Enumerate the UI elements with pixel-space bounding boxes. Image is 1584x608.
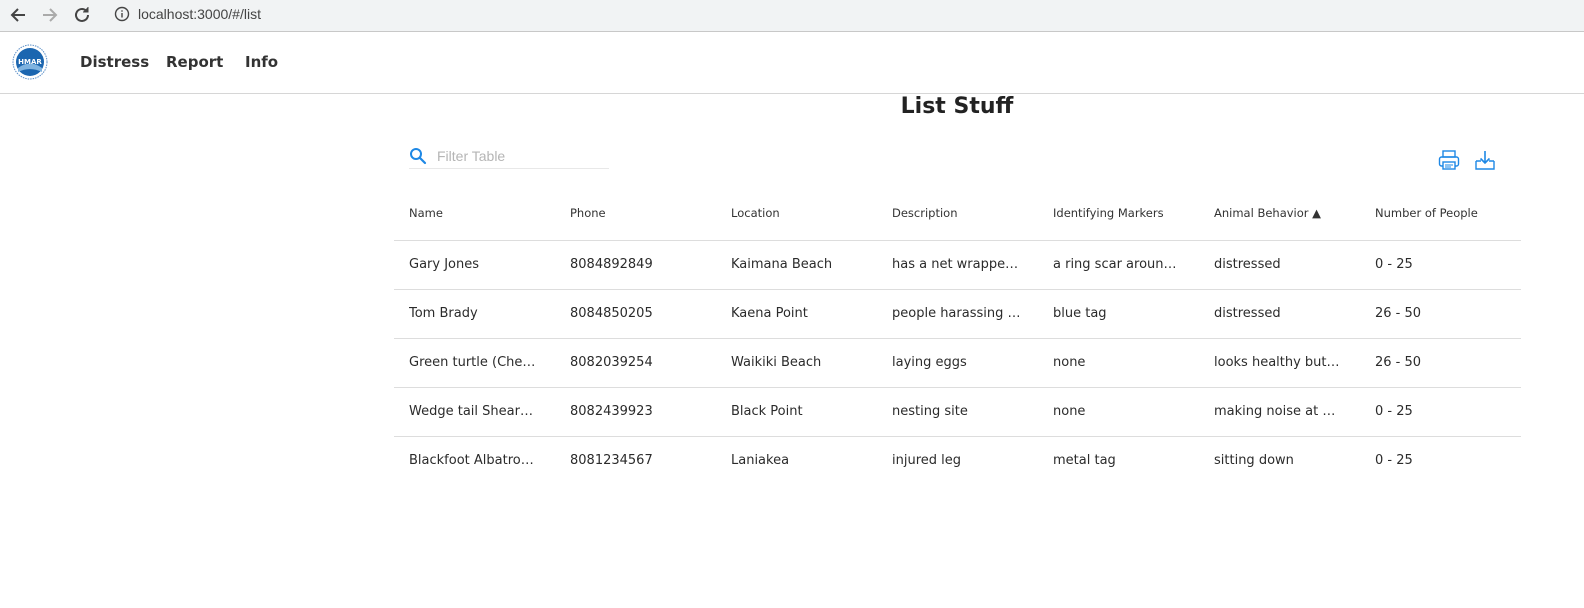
nav-item-info[interactable]: Info <box>245 53 278 71</box>
cell-number-of-people: 0 - 25 <box>1375 257 1413 272</box>
table-row[interactable]: Blackfoot Albatross ... 8081234567 Lania… <box>394 437 1521 485</box>
cell-identifying-markers: a ring scar around ne... <box>1053 257 1183 272</box>
cell-name: Wedge tail Shearwat... <box>409 404 537 419</box>
reload-icon[interactable] <box>71 4 93 26</box>
cell-animal-behavior: distressed <box>1214 257 1281 272</box>
back-arrow-icon[interactable] <box>7 4 29 26</box>
cell-description: has a net wrapped ar... <box>892 257 1022 272</box>
table-row[interactable]: Wedge tail Shearwat... 8082439923 Black … <box>394 388 1521 437</box>
table-header-row: Name Phone Location Description Identify… <box>394 192 1521 241</box>
cell-identifying-markers: none <box>1053 404 1086 419</box>
cell-location: Kaena Point <box>731 306 808 321</box>
cell-location: Laniakea <box>731 453 790 468</box>
cell-description: laying eggs <box>892 355 967 370</box>
printer-icon[interactable] <box>1437 148 1461 172</box>
cell-animal-behavior: distressed <box>1214 306 1281 321</box>
column-header-name[interactable]: Name <box>409 192 537 240</box>
url-text[interactable]: localhost:3000/#/list <box>138 6 261 22</box>
cell-phone: 8081234567 <box>570 453 653 468</box>
cell-name: Green turtle (Chelon... <box>409 355 537 370</box>
cell-location: Kaimana Beach <box>731 257 833 272</box>
cell-description: injured leg <box>892 453 962 468</box>
cell-number-of-people: 26 - 50 <box>1375 355 1422 370</box>
cell-animal-behavior: making noise at night. <box>1214 404 1342 419</box>
cell-identifying-markers: blue tag <box>1053 306 1107 321</box>
cell-phone: 8084892849 <box>570 257 653 272</box>
browser-toolbar: localhost:3000/#/list <box>0 0 1584 32</box>
app-header: HMAR Distress Report Info <box>0 32 1584 94</box>
column-header-phone[interactable]: Phone <box>570 192 700 240</box>
cell-animal-behavior: looks healthy but pe... <box>1214 355 1342 370</box>
download-icon[interactable] <box>1473 148 1497 172</box>
column-header-location[interactable]: Location <box>731 192 861 240</box>
search-icon <box>410 148 427 165</box>
cell-name: Tom Brady <box>409 306 478 321</box>
table-row[interactable]: Tom Brady 8084850205 Kaena Point people … <box>394 290 1521 339</box>
logo-text: HMAR <box>18 58 42 66</box>
info-icon[interactable] <box>114 6 130 22</box>
filter-field <box>409 145 609 169</box>
column-header-identifying-markers[interactable]: Identifying Markers <box>1053 192 1183 240</box>
page-title: List Stuff <box>900 94 1014 119</box>
cell-phone: 8082439923 <box>570 404 653 419</box>
forward-arrow-icon[interactable] <box>39 4 61 26</box>
nav-item-distress[interactable]: Distress <box>80 53 149 71</box>
filter-input[interactable] <box>435 145 609 167</box>
cell-number-of-people: 0 - 25 <box>1375 453 1413 468</box>
cell-number-of-people: 0 - 25 <box>1375 404 1413 419</box>
address-bar[interactable]: localhost:3000/#/list <box>104 1 1584 27</box>
cell-animal-behavior: sitting down <box>1214 453 1294 468</box>
cell-location: Waikiki Beach <box>731 355 822 370</box>
cell-location: Black Point <box>731 404 803 419</box>
column-header-description[interactable]: Description <box>892 192 1022 240</box>
cell-phone: 8084850205 <box>570 306 653 321</box>
cell-description: nesting site <box>892 404 968 419</box>
cell-identifying-markers: metal tag <box>1053 453 1116 468</box>
cell-phone: 8082039254 <box>570 355 653 370</box>
cell-identifying-markers: none <box>1053 355 1086 370</box>
nav-item-report[interactable]: Report <box>166 53 223 71</box>
cell-name: Gary Jones <box>409 257 480 272</box>
report-table: Name Phone Location Description Identify… <box>394 192 1521 485</box>
table-row[interactable]: Green turtle (Chelon... 8082039254 Waiki… <box>394 339 1521 388</box>
column-header-animal-behavior[interactable]: Animal Behavior ▲ <box>1214 192 1342 240</box>
hmar-logo[interactable]: HMAR <box>12 44 48 80</box>
cell-name: Blackfoot Albatross ... <box>409 453 537 468</box>
cell-number-of-people: 26 - 50 <box>1375 306 1422 321</box>
cell-description: people harassing sea... <box>892 306 1022 321</box>
column-header-number-of-people[interactable]: Number of People <box>1375 192 1505 240</box>
table-row[interactable]: Gary Jones 8084892849 Kaimana Beach has … <box>394 241 1521 290</box>
